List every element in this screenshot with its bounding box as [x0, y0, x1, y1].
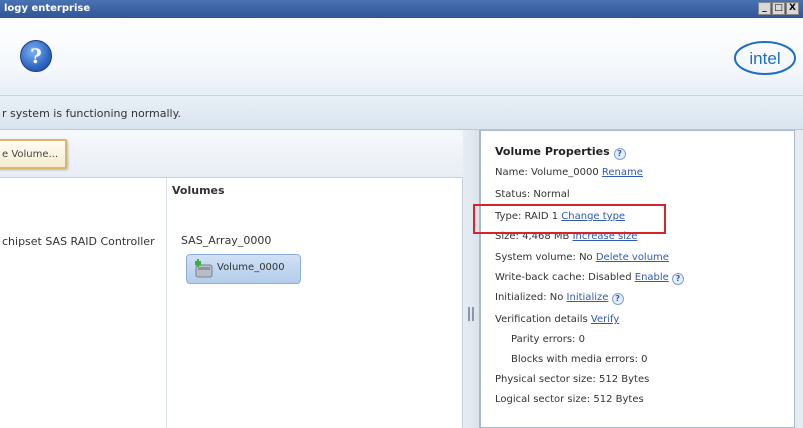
prop-blocks-errors: Blocks with media errors: 0	[511, 354, 648, 365]
verify-link[interactable]: Verify	[591, 314, 619, 325]
prop-physical-sector: Physical sector size: 512 Bytes	[495, 374, 650, 385]
status-bar: r system is functioning normally.	[0, 96, 803, 130]
window-controls: _ □ X	[758, 2, 799, 15]
column-divider	[166, 178, 167, 428]
right-frame	[795, 130, 803, 428]
prop-verification-label: Verification details	[495, 314, 588, 325]
enable-link[interactable]: Enable	[635, 272, 669, 283]
type-highlight-box	[473, 204, 666, 234]
volume-item[interactable]: Volume_0000	[186, 254, 301, 284]
volume-properties-panel: Volume Properties ? Name: Volume_0000 Re…	[480, 130, 795, 428]
prop-write-back-label: Write-back cache: Disabled	[495, 272, 632, 283]
pane-splitter[interactable]	[463, 130, 480, 428]
prop-status: Status: Normal	[495, 189, 570, 200]
intel-logo-icon: intel	[734, 41, 796, 75]
initialize-help-icon[interactable]: ?	[611, 293, 624, 305]
prop-system-volume: System volume: No Delete volume	[495, 252, 669, 263]
prop-verification: Verification details Verify	[495, 314, 619, 325]
maximize-button[interactable]: □	[772, 2, 785, 15]
app-header: ? intel	[0, 18, 803, 96]
close-button[interactable]: X	[786, 2, 799, 15]
volume-disk-icon	[195, 259, 213, 278]
prop-initialized: Initialized: No Initialize ?	[495, 292, 624, 305]
array-label[interactable]: SAS_Array_0000	[181, 234, 271, 247]
help-icon[interactable]: ?	[20, 40, 52, 72]
prop-name-label: Name: Volume_0000	[495, 167, 599, 178]
window-title: logy enterprise	[4, 3, 91, 14]
prop-write-back: Write-back cache: Disabled Enable ?	[495, 272, 684, 285]
initialize-link[interactable]: Initialize	[567, 292, 609, 303]
create-volume-button[interactable]: e Volume...	[0, 139, 67, 169]
prop-name: Name: Volume_0000 Rename	[495, 167, 643, 178]
minimize-button[interactable]: _	[758, 2, 771, 15]
controller-label[interactable]: chipset SAS RAID Controller	[2, 235, 155, 248]
status-message: r system is functioning normally.	[2, 107, 182, 120]
prop-system-volume-label: System volume: No	[495, 252, 593, 263]
properties-title: Volume Properties ?	[495, 145, 626, 160]
toolbar: e Volume...	[0, 130, 463, 178]
splitter-grip-icon[interactable]	[468, 307, 474, 321]
prop-initialized-label: Initialized: No	[495, 292, 564, 303]
delete-volume-link[interactable]: Delete volume	[596, 252, 669, 263]
write-back-help-icon[interactable]: ?	[672, 273, 684, 285]
properties-title-text: Volume Properties	[495, 145, 610, 158]
prop-parity-errors: Parity errors: 0	[511, 334, 585, 345]
properties-help-icon[interactable]: ?	[613, 148, 626, 160]
volume-item-label: Volume_0000	[217, 262, 285, 273]
intel-logo-text: intel	[749, 49, 780, 68]
main-pane: e Volume... chipset SAS RAID Controller …	[0, 130, 463, 428]
volumes-heading: Volumes	[172, 184, 225, 197]
window-title-bar: logy enterprise _ □ X	[0, 0, 803, 18]
prop-logical-sector: Logical sector size: 512 Bytes	[495, 394, 644, 405]
rename-link[interactable]: Rename	[602, 167, 643, 178]
